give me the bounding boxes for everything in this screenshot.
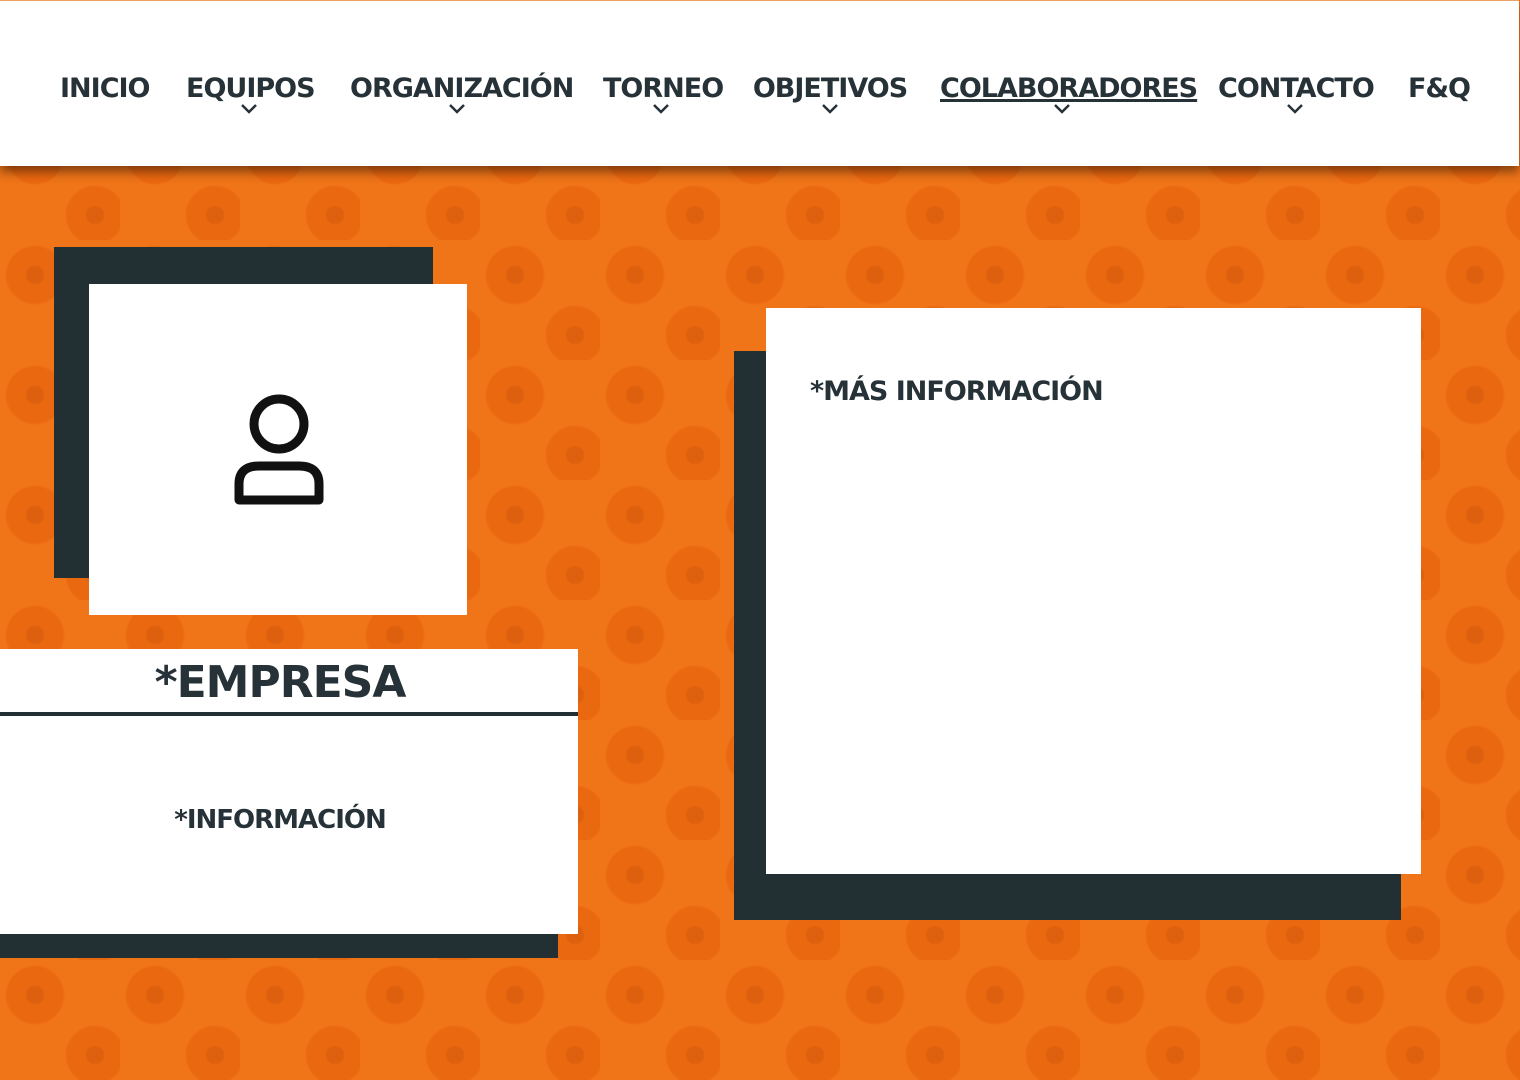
nav-label-objetivos: OBJETIVOS (752, 73, 908, 104)
company-divider (0, 712, 578, 716)
nav-label-inicio: INICIO (60, 73, 151, 104)
nav-label-torneo: TORNEO (603, 73, 724, 104)
nav-label-contacto: CONTACTO (1218, 73, 1375, 104)
user-icon (234, 394, 324, 505)
more-info-heading: *MÁS INFORMACIÓN (810, 376, 1104, 407)
nav-item-contacto[interactable]: CONTACTO (1218, 69, 1375, 129)
nav-label-colaboradores: COLABORADORES (940, 73, 1198, 104)
nav-label-organizacion: ORGANIZACIÓN (350, 73, 574, 104)
nav-item-colaboradores[interactable]: COLABORADORES (940, 69, 1198, 129)
nav-item-organizacion[interactable]: ORGANIZACIÓN (350, 69, 574, 129)
nav-label-fq: F&Q (1408, 73, 1471, 104)
company-card-shadow (0, 934, 558, 958)
nav-item-objetivos[interactable]: OBJETIVOS (752, 69, 908, 129)
nav-label-equipos: EQUIPOS (186, 73, 316, 104)
company-info: *INFORMACIÓN (174, 805, 387, 835)
nav-item-fq[interactable]: F&Q (1404, 69, 1474, 129)
top-navigation-bar: INICIO EQUIPOS ORGANIZACIÓN TORNEO OBJET… (0, 0, 1519, 166)
company-card: *EMPRESA *INFORMACIÓN (0, 649, 578, 934)
profile-image-card (89, 284, 467, 615)
company-name: *EMPRESA (154, 657, 407, 708)
nav-item-inicio[interactable]: INICIO (60, 69, 151, 129)
nav-item-torneo[interactable]: TORNEO (603, 69, 724, 129)
more-info-card: *MÁS INFORMACIÓN (766, 308, 1421, 874)
nav-item-equipos[interactable]: EQUIPOS (186, 69, 316, 129)
